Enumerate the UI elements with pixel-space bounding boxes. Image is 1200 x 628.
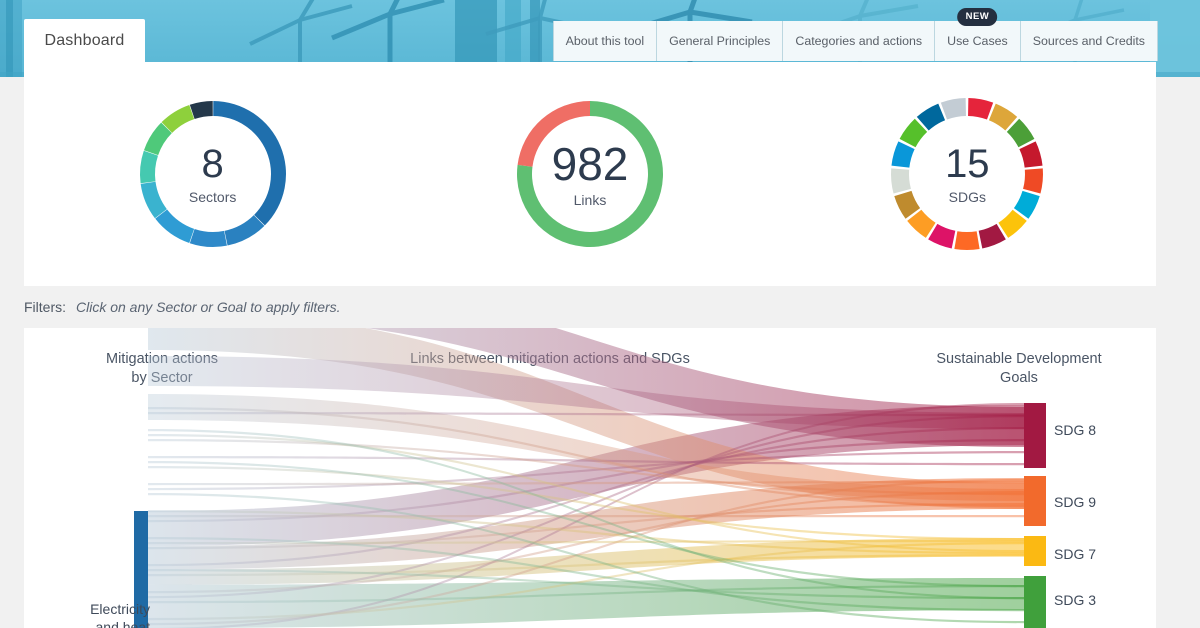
links-donut-chart [516,101,663,248]
donut-segment[interactable] [189,101,213,120]
tab-categories-and-actions[interactable]: Categories and actions [782,21,935,61]
tab-dashboard-label: Dashboard [44,31,125,49]
donut-segment[interactable] [154,209,194,244]
donut-segment[interactable] [189,228,227,247]
sankey-diagram[interactable] [24,328,1156,628]
sankey-target-label-sdg-8[interactable]: SDG 8 [1054,421,1096,439]
sankey-target-node-sdg-7[interactable] [1024,536,1046,566]
donut-segment[interactable] [941,98,967,120]
tab-general-principles[interactable]: General Principles [656,21,783,61]
donut-segment[interactable] [517,101,590,167]
donut-segment[interactable] [140,181,167,219]
sankey-target-label-sdg-9[interactable]: SDG 9 [1054,493,1096,511]
kpi-donut-links[interactable]: 982 Links [510,94,670,254]
kpi-panel: 8 Sectors 982 Links 15 SDGs [24,62,1156,286]
donut-segment[interactable] [954,231,980,250]
tab-sources-and-credits-label: Sources and Credits [1032,34,1145,48]
sectors-donut-chart [139,101,286,247]
tab-about-this-tool-label: About this tool [565,34,645,48]
sankey-target-node-sdg-9[interactable] [1024,476,1046,526]
donut-segment[interactable] [139,150,158,184]
sankey-flow[interactable] [148,515,1024,518]
sankey-source-label-electricity-and-heat[interactable]: Electricity and heat [52,600,150,628]
donut-segment[interactable] [891,168,912,194]
donut-segment[interactable] [212,101,286,226]
filters-hint: Click on any Sector or Goal to apply fil… [76,299,341,315]
new-badge: NEW [957,8,998,26]
tab-use-cases-label: Use Cases [947,34,1008,48]
filters-label: Filters: [24,299,66,315]
tab-about-this-tool[interactable]: About this tool [552,21,657,61]
sdgs-donut-chart [891,98,1044,250]
tab-categories-and-actions-label: Categories and actions [795,34,923,48]
sankey-target-node-sdg-8[interactable] [1024,403,1046,468]
donut-segment[interactable] [891,141,915,168]
main-navigation: About this tool General Principles Categ… [552,8,1158,61]
donut-segment[interactable] [1023,168,1044,194]
filter-bar: Filters: Click on any Sector or Goal to … [0,286,1200,328]
tab-dashboard[interactable]: Dashboard [24,19,145,62]
sankey-panel: Mitigation actions by Sector Links betwe… [24,328,1156,628]
tab-sources-and-credits[interactable]: Sources and Credits [1019,21,1158,61]
donut-segment[interactable] [224,215,265,246]
donut-segment[interactable] [1019,141,1043,168]
kpi-donut-sdgs[interactable]: 15 SDGs [887,94,1047,254]
sankey-target-label-sdg-3[interactable]: SDG 3 [1054,591,1096,609]
donut-segment[interactable] [968,98,994,120]
sankey-target-node-sdg-3[interactable] [1024,576,1046,628]
kpi-donut-sectors[interactable]: 8 Sectors [133,94,293,254]
dashboard-page: Dashboard About this tool General Princi… [0,0,1200,628]
tab-general-principles-label: General Principles [669,34,771,48]
sankey-flow-group [148,328,1024,628]
kpi-donut-row: 8 Sectors 982 Links 15 SDGs [24,62,1156,286]
sankey-target-label-sdg-7[interactable]: SDG 7 [1054,545,1096,563]
tab-use-cases[interactable]: NEW Use Cases [934,8,1020,61]
